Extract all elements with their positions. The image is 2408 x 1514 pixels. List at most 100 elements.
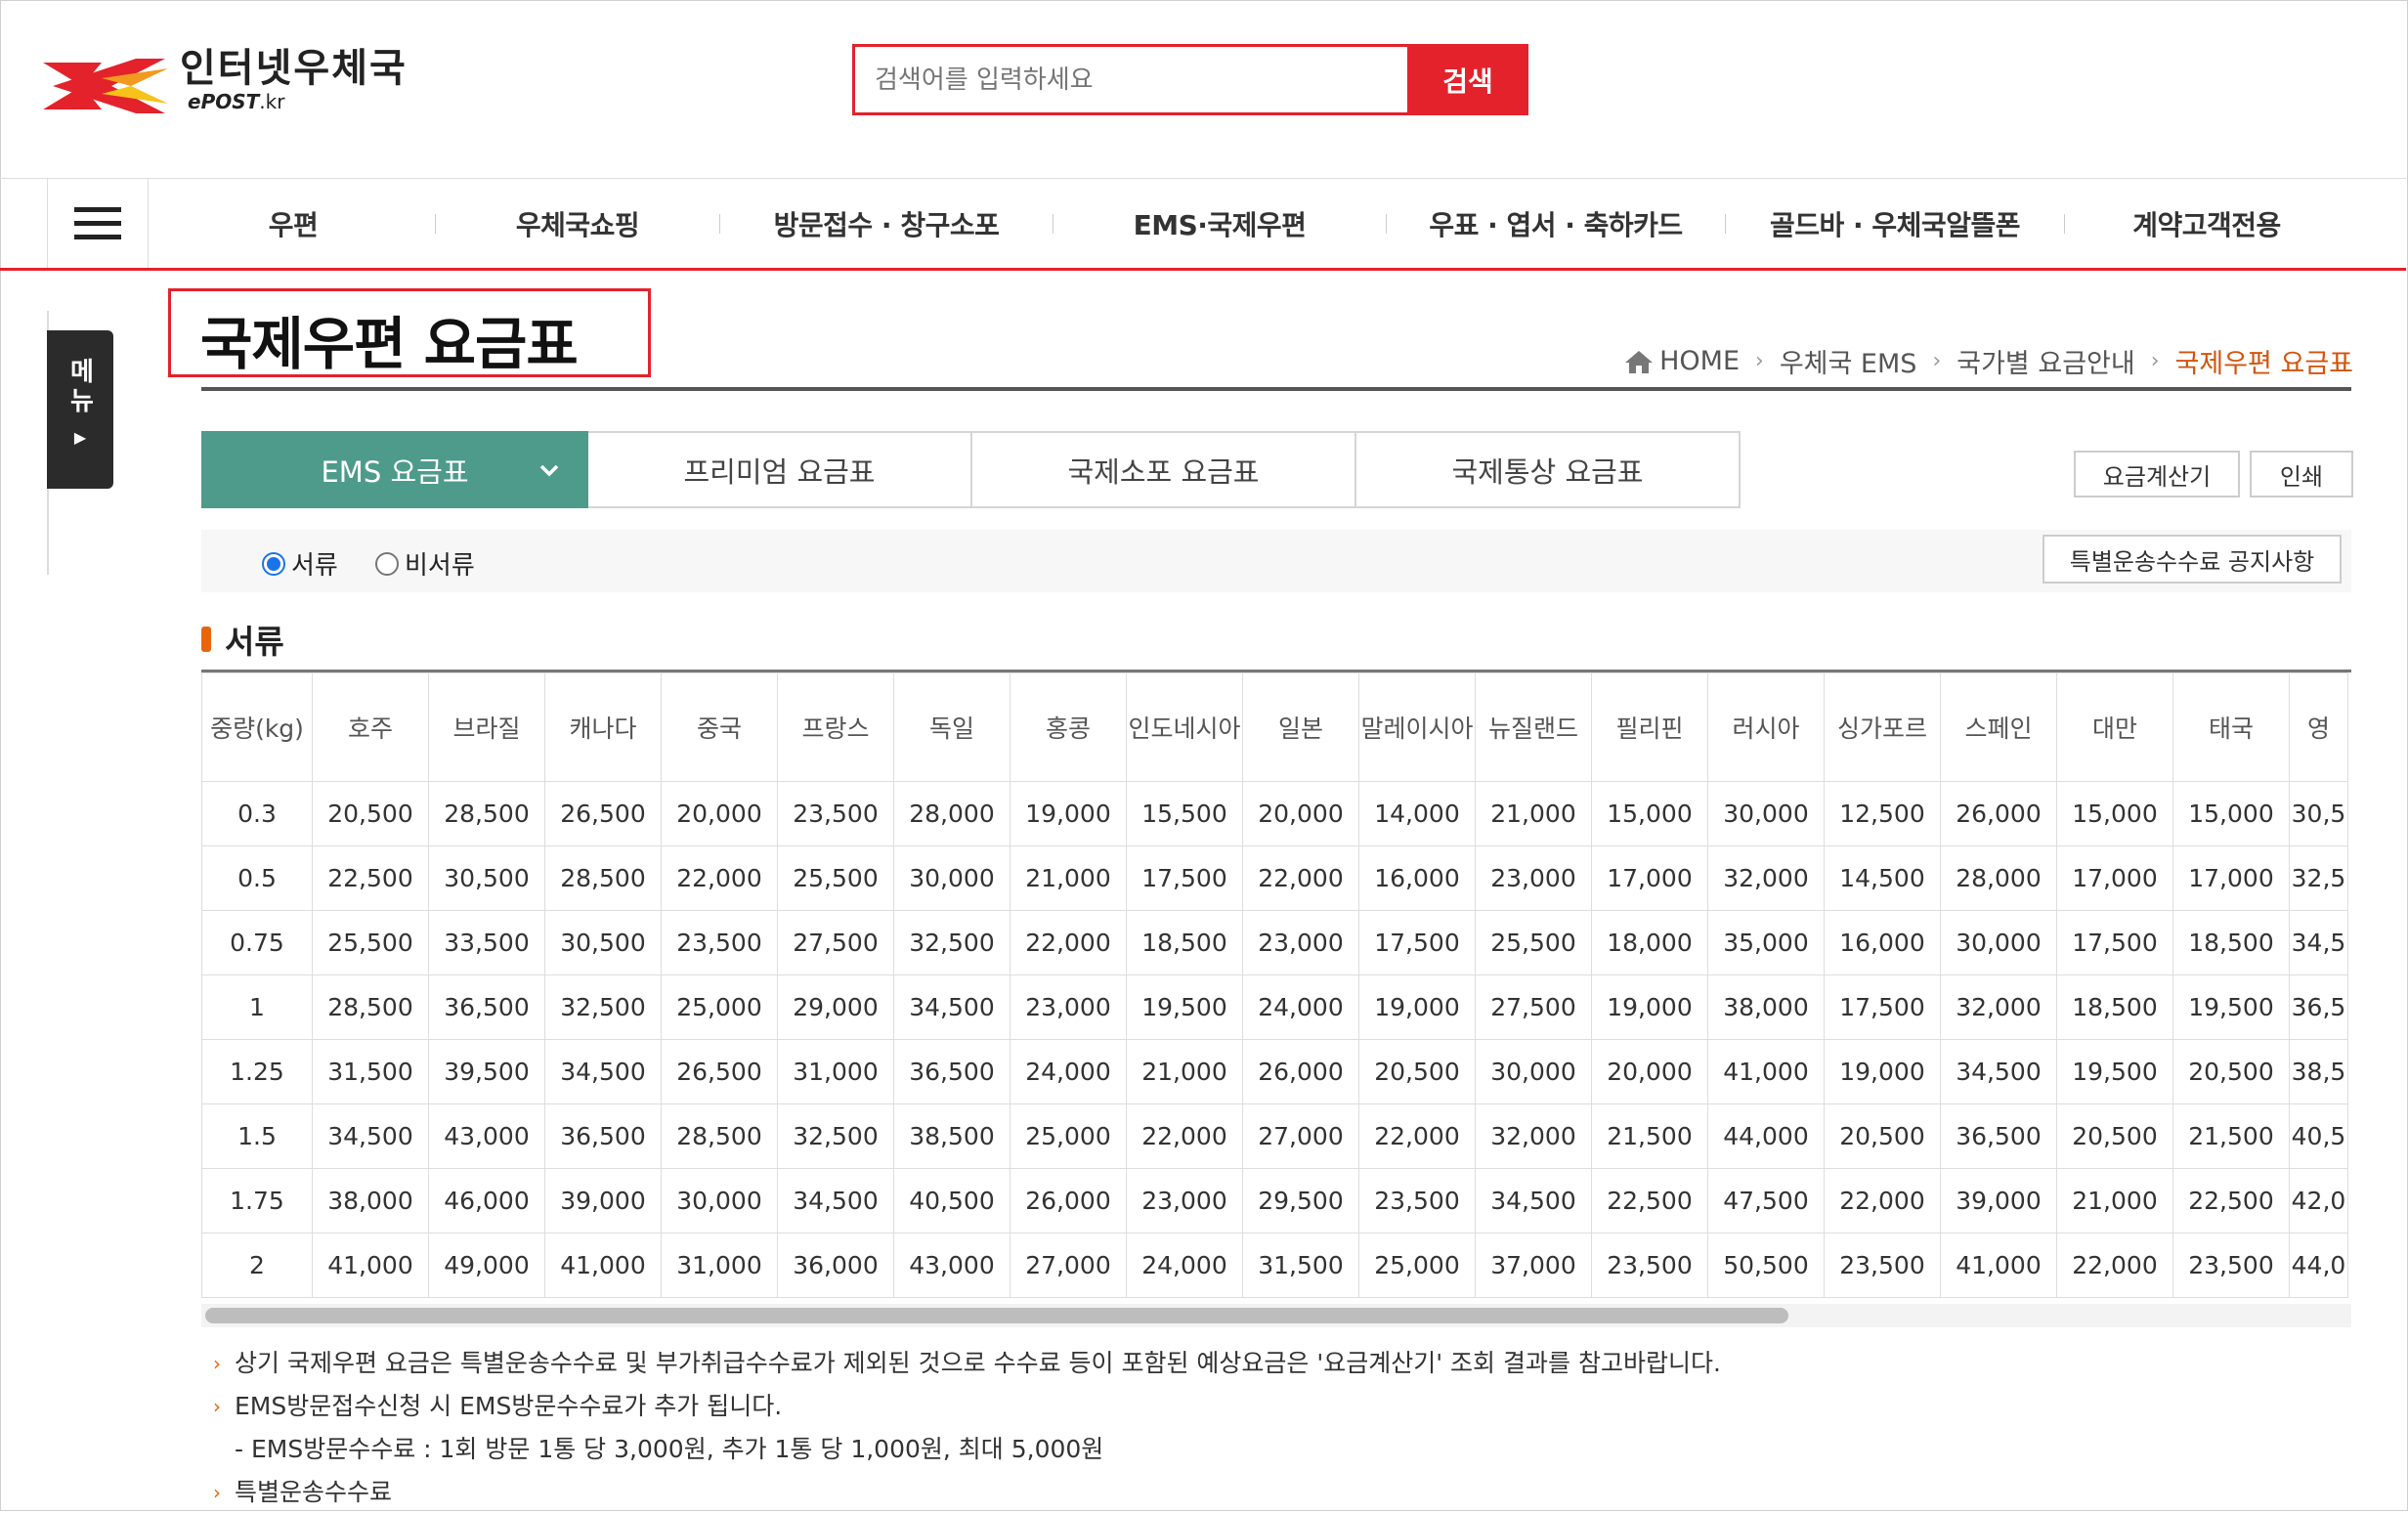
rate-cell: 23,500 [2172, 1233, 2290, 1298]
rate-cell: 16,000 [1824, 910, 1941, 975]
surcharge-notice-button[interactable]: 특별운송수수료 공지사항 [2042, 535, 2342, 584]
breadcrumb-ems[interactable]: 우체국 EMS [1780, 342, 1917, 380]
rate-cell: 44,000 [1707, 1103, 1825, 1169]
rate-cell: 38,000 [312, 1168, 429, 1233]
rate-cell: 17,000 [2056, 845, 2173, 911]
hamburger-icon [74, 206, 121, 239]
tab-parcel-rates[interactable]: 국제소포 요금표 [972, 431, 1356, 508]
horizontal-scrollbar[interactable] [205, 1308, 1788, 1323]
rate-cell: 30,000 [661, 1168, 778, 1233]
rate-cell: 19,500 [2056, 1039, 2173, 1104]
arrow-right-icon: › [213, 1352, 221, 1375]
search-input[interactable] [852, 44, 1433, 115]
rate-cell: 36,500 [428, 974, 545, 1040]
rate-cell: 30,000 [1940, 910, 2057, 975]
table-row: 1.5 34,500 43,000 36,500 28,500 32,500 38,500 2… [201, 1103, 2348, 1169]
logo-en-suffix: .kr [259, 90, 285, 113]
home-icon [1625, 350, 1654, 373]
chevron-right-icon: › [2150, 349, 2160, 373]
note-text: 특별운송수수료 [235, 1478, 393, 1506]
tab-label: 국제통상 요금표 [1451, 454, 1644, 489]
column-header-country: 프랑스 [777, 672, 894, 782]
search-button[interactable]: 검색 [1407, 44, 1528, 115]
radio-document[interactable]: 서류 [262, 545, 338, 582]
rate-cell: 18,500 [2056, 974, 2173, 1040]
rate-cell: 36,000 [777, 1233, 894, 1298]
rate-cell: 17,500 [1126, 845, 1243, 911]
nav-item-shopping[interactable]: 우체국쇼핑 [436, 204, 719, 243]
side-menu-tab[interactable]: 메뉴 ▶ [47, 330, 113, 489]
column-header-country: 대만 [2056, 672, 2173, 782]
breadcrumb-home[interactable]: HOME [1659, 346, 1740, 376]
rate-cell: 19,000 [1591, 974, 1708, 1040]
rate-cell: 21,000 [1475, 781, 1592, 846]
rate-cell: 27,500 [1475, 974, 1592, 1040]
rate-cell: 19,500 [2172, 974, 2290, 1040]
radio-non-document[interactable]: 비서류 [375, 545, 475, 582]
rate-cell: 19,000 [1358, 974, 1476, 1040]
rate-cell: 25,500 [777, 845, 894, 911]
column-header-country: 말레이시아 [1358, 672, 1476, 782]
nav-item-pickup[interactable]: 방문접수 · 창구소포 [720, 204, 1053, 243]
rate-cell: 22,000 [1242, 845, 1359, 911]
nav-item-contract[interactable]: 계약고객전용 [2065, 204, 2348, 243]
rate-cell: 28,000 [1940, 845, 2057, 911]
column-header-country: 캐나다 [544, 672, 662, 782]
epost-logo[interactable]: 인터넷우체국 ePOST.kr [43, 41, 414, 119]
rate-cell: 21,000 [1010, 845, 1127, 911]
rate-cell: 32,000 [1475, 1103, 1592, 1169]
rate-cell: 26,500 [661, 1039, 778, 1104]
column-header-country: 인도네시아 [1126, 672, 1243, 782]
search-bar: 검색 [852, 44, 1528, 115]
rate-cell: 25,000 [1358, 1233, 1476, 1298]
rate-cell: 44,0 [2289, 1233, 2348, 1298]
column-header-country: 필리핀 [1591, 672, 1708, 782]
rate-cell: 26,000 [1242, 1039, 1359, 1104]
rate-cell: 28,500 [312, 974, 429, 1040]
tab-ems-rates[interactable]: EMS 요금표 [201, 431, 588, 508]
rate-cell: 28,000 [893, 781, 1010, 846]
rate-cell: 39,000 [1940, 1168, 2057, 1233]
tab-premium-rates[interactable]: 프리미엄 요금표 [588, 431, 972, 508]
side-menu-label: 메뉴 [64, 358, 95, 416]
table-row: 0.5 22,500 30,500 28,500 22,000 25,500 30,000 2… [201, 845, 2348, 911]
rate-cell: 34,500 [1940, 1039, 2057, 1104]
tab-letter-rates[interactable]: 국제통상 요금표 [1356, 431, 1741, 508]
nav-item-goldbar[interactable]: 골드바 · 우체국알뜰폰 [1726, 204, 2064, 243]
rate-cell: 28,500 [428, 781, 545, 846]
rate-cell: 19,000 [1010, 781, 1127, 846]
menu-button[interactable] [47, 179, 149, 268]
table-row: 1.25 31,500 39,500 34,500 26,500 31,000 36,500… [201, 1039, 2348, 1104]
nav-item-stamps[interactable]: 우표 · 엽서 · 축하카드 [1387, 204, 1725, 243]
column-header-country: 뉴질랜드 [1475, 672, 1592, 782]
epost-logo-icon [43, 59, 168, 113]
rate-cell: 23,000 [1010, 974, 1127, 1040]
rate-cell: 22,000 [1010, 910, 1127, 975]
rate-cell: 43,000 [893, 1233, 1010, 1298]
weight-cell: 0.3 [201, 781, 313, 846]
rate-cell: 15,000 [2056, 781, 2173, 846]
note-text: 상기 국제우편 요금은 특별운송수수료 및 부가취급수수료가 제외된 것으로 수… [235, 1349, 1721, 1377]
column-header-country: 일본 [1242, 672, 1359, 782]
rate-cell: 32,500 [777, 1103, 894, 1169]
nav-item-mail[interactable]: 우편 [151, 204, 435, 243]
note-subitem: - EMS방문수수료 : 1회 방문 1통 당 3,000원, 추가 1통 당 … [213, 1428, 1721, 1471]
nav-item-ems[interactable]: EMS·국제우편 [1054, 204, 1386, 243]
rate-cell: 25,000 [661, 974, 778, 1040]
logo-title: 인터넷우체국 [180, 46, 408, 91]
calculator-button[interactable]: 요금계산기 [2074, 451, 2240, 497]
print-button[interactable]: 인쇄 [2250, 451, 2353, 497]
chevron-right-icon: › [1755, 349, 1764, 373]
note-item: › 특별운송수수료 [213, 1471, 1721, 1514]
chevron-down-icon [539, 464, 559, 477]
rate-cell: 22,000 [1358, 1103, 1476, 1169]
nav-items: 우편 우체국쇼핑 방문접수 · 창구소포 EMS·국제우편 우표 · 엽서 · … [151, 179, 2399, 268]
rate-cell: 20,500 [1358, 1039, 1476, 1104]
breadcrumb-current: 국제우편 요금표 [2174, 349, 2353, 379]
rate-cell: 42,0 [2289, 1168, 2348, 1233]
tab-label: EMS 요금표 [321, 454, 469, 489]
rate-cell: 20,000 [661, 781, 778, 846]
breadcrumb-rates[interactable]: 국가별 요금안내 [1956, 342, 2134, 380]
rate-cell: 39,000 [544, 1168, 662, 1233]
rate-table-container[interactable]: 중량(kg) 호주 브라질 캐나다 중국 프랑스 독일 홍콩 인도네시아 일본 말레이시아 뉴질랜드 필… [201, 670, 2351, 1304]
